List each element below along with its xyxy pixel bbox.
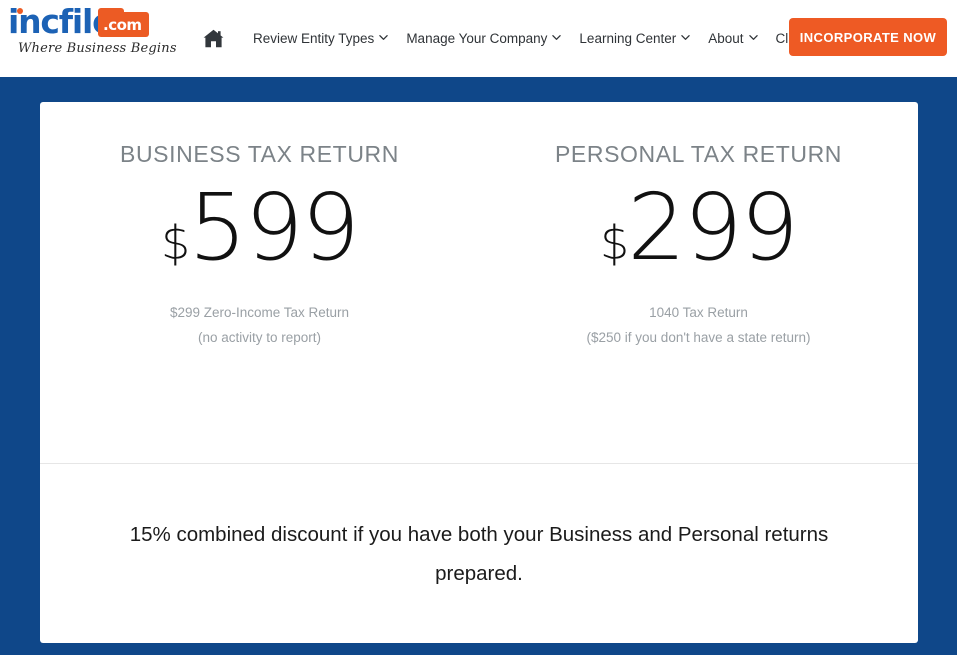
pricing-card: BUSINESS TAX RETURN $599 $299 Zero-Incom… (40, 102, 918, 643)
plan-note-line-1: $299 Zero-Income Tax Return (169, 305, 350, 320)
chevron-down-icon (552, 33, 562, 42)
main-navigation: Review Entity Types Manage Your Company … (196, 0, 856, 77)
logo-dot-icon (17, 8, 23, 14)
site-header: incfile .com Where Business Begins Revie… (0, 0, 957, 77)
chevron-down-icon (681, 33, 690, 42)
combined-discount-text: 15% combined discount if you have both y… (129, 522, 829, 585)
plan-note: $299 Zero-Income Tax Return (no activity… (40, 300, 479, 350)
nav-item-label: Manage Your Company (406, 31, 548, 46)
plan-title: BUSINESS TAX RETURN (120, 141, 399, 167)
nav-item-label: About (708, 31, 744, 46)
logo-com-suffix: .com (103, 16, 142, 34)
nav-item-manage-your-company[interactable]: Manage Your Company (397, 21, 570, 57)
nav-item-review-entity-types[interactable]: Review Entity Types (244, 21, 397, 57)
home-icon[interactable] (196, 21, 230, 57)
plan-price-currency: $ (600, 216, 629, 270)
nav-item-learning-center[interactable]: Learning Center (570, 21, 699, 57)
chevron-down-icon (379, 33, 389, 42)
plan-note: 1040 Tax Return ($250 if you don't have … (479, 300, 918, 350)
nav-item-about[interactable]: About (699, 21, 766, 57)
plan-business-tax-return: BUSINESS TAX RETURN $599 $299 Zero-Incom… (40, 102, 479, 463)
nav-item-label: Learning Center (579, 31, 677, 46)
plan-note-line-1: 1040 Tax Return (649, 305, 748, 320)
plan-note-line-2: ($250 if you don't have a state return) (586, 330, 811, 345)
plan-price-amount: 599 (188, 174, 360, 281)
plan-price: $299 (479, 182, 918, 274)
plan-note-line-2: (no activity to report) (197, 330, 322, 345)
site-logo[interactable]: incfile .com Where Business Begins (8, 5, 177, 61)
plan-price-currency: $ (161, 216, 190, 270)
pricing-plans-row: BUSINESS TAX RETURN $599 $299 Zero-Incom… (40, 102, 918, 463)
incorporate-now-button[interactable]: INCORPORATE NOW (789, 18, 947, 56)
plan-price-amount: 299 (627, 174, 799, 281)
logo-tagline: Where Business Begins (18, 41, 177, 56)
plan-title: PERSONAL TAX RETURN (554, 141, 843, 167)
nav-item-label: Review Entity Types (253, 31, 375, 46)
page-stage: BUSINESS TAX RETURN $599 $299 Zero-Incom… (0, 77, 957, 655)
chevron-down-icon (748, 33, 758, 42)
combined-discount-note: 15% combined discount if you have both y… (40, 464, 918, 643)
plan-price: $599 (40, 182, 479, 274)
plan-personal-tax-return: PERSONAL TAX RETURN $299 1040 Tax Return… (479, 102, 918, 463)
